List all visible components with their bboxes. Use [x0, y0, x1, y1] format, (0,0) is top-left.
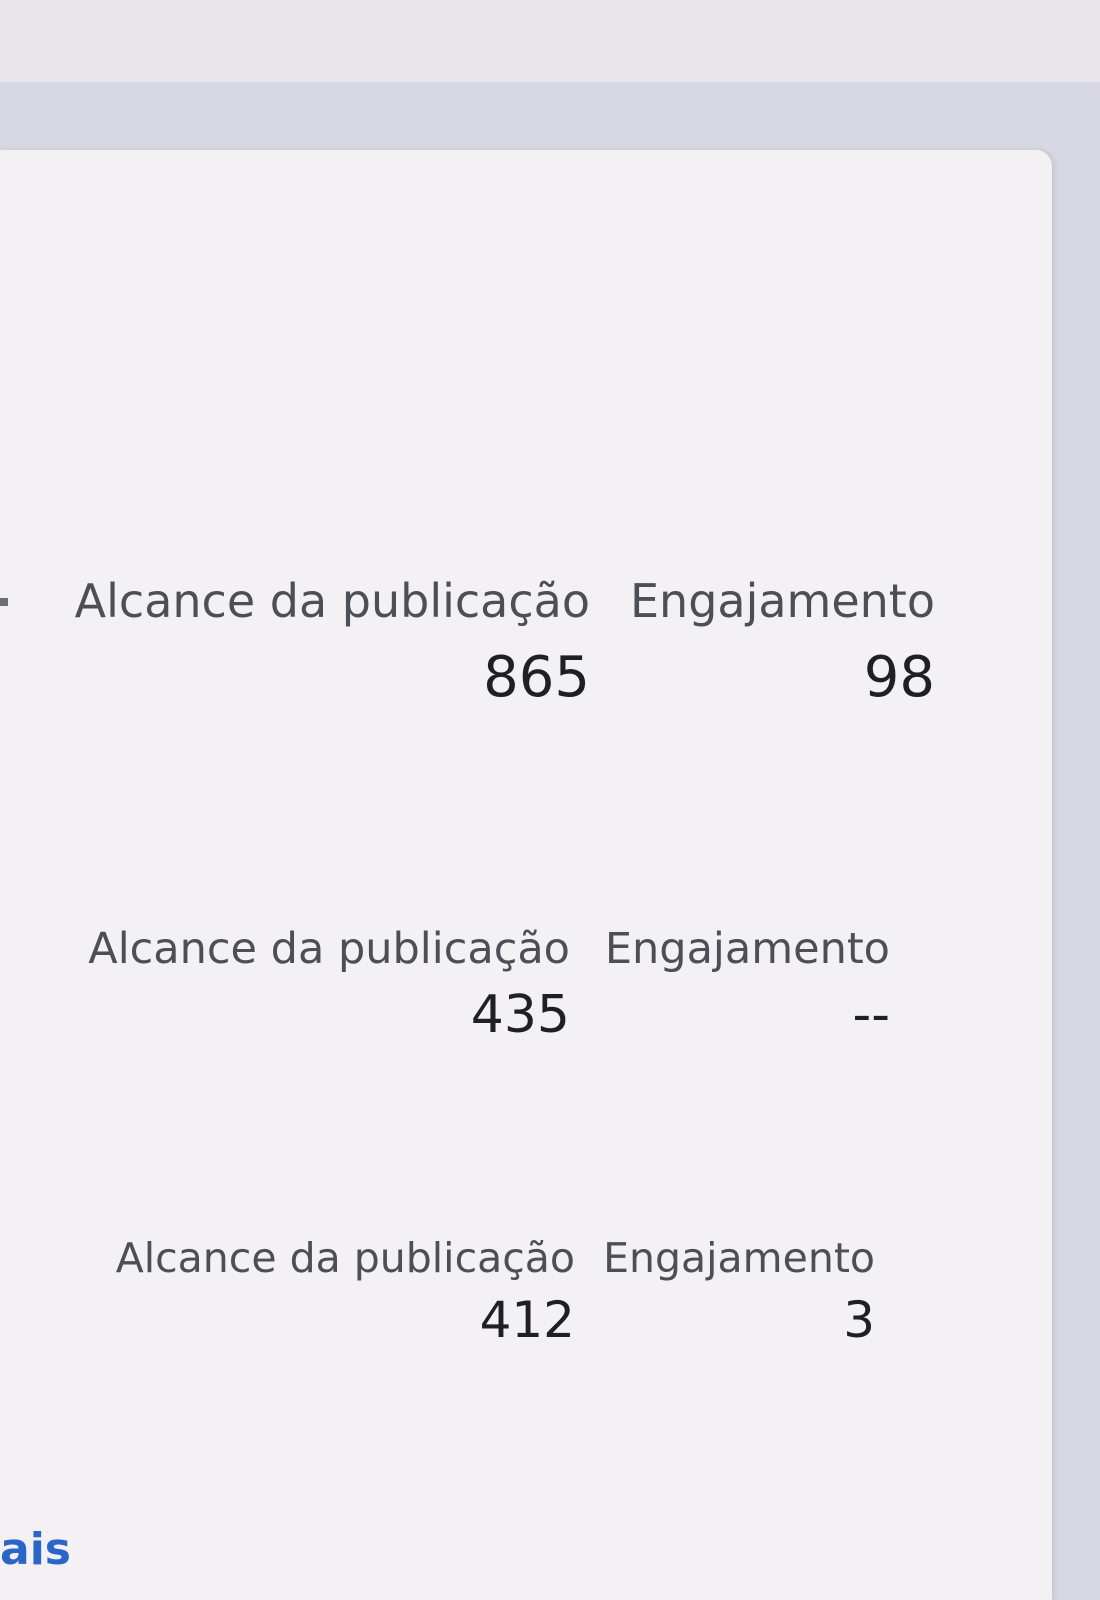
post-reach-stat: Alcance da publicação 435 — [80, 925, 570, 1045]
post-reach-stat: Alcance da publicação 865 — [50, 575, 590, 711]
post-stats-row-3: Alcance da publicação 412 Engajamento 3 — [95, 1235, 895, 1375]
post-reach-label: Alcance da publicação — [74, 574, 590, 628]
post-stats-row-1: Alcance da publicação 865 Engajamento 98 — [40, 575, 935, 715]
post-stats-row-2: Alcance da publicação 435 Engajamento -- — [70, 925, 900, 1065]
engagement-label: Engajamento — [604, 924, 890, 974]
posts-insights-card — [0, 150, 1052, 1600]
window-top-strip — [0, 0, 1100, 82]
post-reach-stat: Alcance da publicação 412 — [105, 1235, 575, 1349]
post-reach-value: 435 — [470, 985, 570, 1045]
footer-link[interactable]: ais — [0, 1525, 71, 1575]
row-marker — [0, 598, 8, 606]
post-reach-value: 865 — [483, 645, 590, 710]
engagement-label: Engajamento — [603, 1234, 875, 1282]
engagement-value: 3 — [843, 1291, 875, 1349]
post-reach-label: Alcance da publicação — [115, 1234, 575, 1282]
engagement-stat: Engajamento 98 — [595, 575, 935, 711]
post-reach-label: Alcance da publicação — [88, 924, 570, 974]
post-reach-value: 412 — [479, 1291, 575, 1349]
engagement-value: 98 — [863, 645, 935, 710]
engagement-value: -- — [852, 985, 890, 1045]
engagement-stat: Engajamento 3 — [600, 1235, 875, 1349]
engagement-label: Engajamento — [629, 574, 935, 628]
engagement-stat: Engajamento -- — [595, 925, 890, 1045]
